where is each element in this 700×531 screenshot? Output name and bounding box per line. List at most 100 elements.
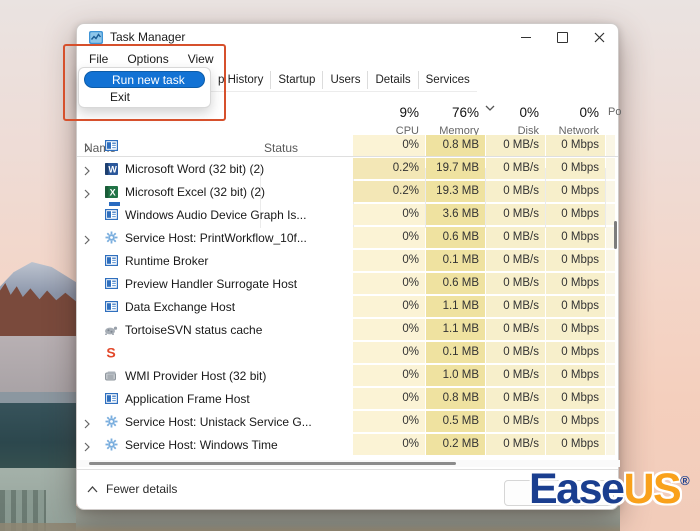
memory-cell: 0.6 MB bbox=[426, 227, 485, 248]
process-row[interactable]: WMicrosoft Word (32 bit) (2)0.2%19.7 MB0… bbox=[77, 157, 620, 180]
expand-chevron-icon bbox=[84, 419, 90, 429]
vertical-scrollbar-thumb[interactable] bbox=[614, 221, 617, 249]
service-gear-icon bbox=[105, 415, 118, 428]
fewer-details-label: Fewer details bbox=[106, 482, 177, 496]
tortoisesvn-icon bbox=[104, 325, 118, 335]
expand-toggle[interactable] bbox=[84, 439, 90, 449]
process-row[interactable]: Service Host: Windows Time0%0.2 MB0 MB/s… bbox=[77, 433, 620, 456]
process-row[interactable]: Runtime Broker0%0.1 MB0 MB/s0 Mbps bbox=[77, 249, 620, 272]
chevron-up-icon bbox=[87, 486, 98, 493]
red-s-icon: S bbox=[104, 345, 118, 360]
expand-toggle[interactable] bbox=[84, 140, 90, 150]
horizontal-scrollbar-thumb[interactable] bbox=[89, 462, 456, 465]
memory-cell: 0.8 MB bbox=[426, 388, 485, 409]
cpu-cell: 0% bbox=[353, 227, 425, 248]
usage-percent: 76% bbox=[426, 105, 479, 120]
tab-services[interactable]: Services bbox=[419, 71, 477, 89]
process-row[interactable]: TortoiseSVN status cache0%1.1 MB0 MB/s0 … bbox=[77, 318, 620, 341]
tab-users[interactable]: Users bbox=[323, 71, 368, 89]
expand-chevron-icon bbox=[84, 166, 90, 176]
process-name: TortoiseSVN status cache bbox=[125, 323, 262, 337]
minimize-button[interactable] bbox=[507, 24, 544, 50]
network-cell: 0 Mbps bbox=[546, 227, 605, 248]
easeus-watermark: EaseUS® bbox=[529, 466, 690, 513]
disk-cell: 0 MB/s bbox=[486, 273, 545, 294]
cpu-cell: 0% bbox=[353, 365, 425, 386]
default-app-icon bbox=[105, 393, 118, 404]
default-app-icon bbox=[105, 140, 118, 151]
process-name: Application Frame Host bbox=[125, 392, 250, 406]
close-icon bbox=[594, 32, 605, 43]
tab-strip: p HistoryStartupUsersDetailsServices bbox=[211, 69, 477, 92]
network-cell: 0 Mbps bbox=[546, 250, 605, 271]
wmi-icon bbox=[105, 371, 118, 381]
process-name: Preview Handler Surrogate Host bbox=[125, 277, 297, 291]
power-cell bbox=[606, 411, 615, 432]
network-cell: 0 Mbps bbox=[546, 135, 605, 156]
disk-cell: 0 MB/s bbox=[486, 227, 545, 248]
process-name: Runtime Broker bbox=[125, 254, 208, 268]
usage-percent: 0% bbox=[546, 105, 599, 120]
cpu-cell: 0.2% bbox=[353, 181, 425, 202]
window-controls bbox=[507, 24, 618, 50]
network-cell: 0 Mbps bbox=[546, 388, 605, 409]
annotation-rectangle bbox=[63, 44, 226, 121]
disk-cell: 0 MB/s bbox=[486, 250, 545, 271]
network-cell: 0 Mbps bbox=[546, 434, 605, 455]
process-row[interactable]: WMI Provider Host (32 bit)0%1.0 MB0 MB/s… bbox=[77, 364, 620, 387]
cpu-cell: 0.2% bbox=[353, 158, 425, 179]
usage-percent: 9% bbox=[353, 105, 419, 120]
memory-cell: 0.1 MB bbox=[426, 250, 485, 271]
expand-chevron-icon bbox=[84, 143, 90, 153]
power-cell bbox=[606, 158, 615, 179]
memory-cell: 1.1 MB bbox=[426, 296, 485, 317]
watermark-ease: Ease bbox=[529, 465, 623, 513]
disk-cell: 0 MB/s bbox=[486, 319, 545, 340]
maximize-icon bbox=[557, 32, 568, 43]
power-cell bbox=[606, 273, 615, 294]
process-name: Windows Audio Device Graph Is... bbox=[125, 208, 306, 222]
process-row[interactable]: Application Frame Host0%0.8 MB0 MB/s0 Mb… bbox=[77, 387, 620, 410]
process-row[interactable]: 0%0.8 MB0 MB/s0 Mbps bbox=[77, 134, 620, 157]
minimize-icon bbox=[521, 37, 531, 38]
power-cell bbox=[606, 250, 615, 271]
network-cell: 0 Mbps bbox=[546, 273, 605, 294]
close-button[interactable] bbox=[581, 24, 618, 50]
process-row[interactable]: Preview Handler Surrogate Host0%0.6 MB0 … bbox=[77, 272, 620, 295]
expand-toggle[interactable] bbox=[84, 163, 90, 173]
shore-band bbox=[0, 523, 76, 531]
watermark-us: US bbox=[623, 465, 680, 513]
network-cell: 0 Mbps bbox=[546, 411, 605, 432]
process-name: Service Host: PrintWorkflow_10f... bbox=[125, 231, 307, 245]
disk-cell: 0 MB/s bbox=[486, 181, 545, 202]
power-cell bbox=[606, 319, 615, 340]
disk-cell: 0 MB/s bbox=[486, 388, 545, 409]
maximize-button[interactable] bbox=[544, 24, 581, 50]
svg-text:W: W bbox=[108, 164, 117, 174]
memory-cell: 1.0 MB bbox=[426, 365, 485, 386]
power-cell bbox=[606, 342, 615, 363]
expand-toggle[interactable] bbox=[84, 416, 90, 426]
process-row[interactable]: Data Exchange Host0%1.1 MB0 MB/s0 Mbps bbox=[77, 295, 620, 318]
tab-details[interactable]: Details bbox=[368, 71, 418, 89]
memory-cell: 3.6 MB bbox=[426, 204, 485, 225]
process-row[interactable]: Windows Audio Device Graph Is...0%3.6 MB… bbox=[77, 203, 620, 226]
service-gear-icon bbox=[105, 438, 118, 451]
expand-toggle[interactable] bbox=[84, 186, 90, 196]
expand-toggle[interactable] bbox=[84, 232, 90, 242]
word-icon: W bbox=[105, 163, 118, 175]
network-cell: 0 Mbps bbox=[546, 319, 605, 340]
process-list: 0%0.8 MB0 MB/s0 MbpsWMicrosoft Word (32 … bbox=[77, 134, 620, 456]
tab-startup[interactable]: Startup bbox=[271, 71, 323, 89]
process-row[interactable]: Service Host: PrintWorkflow_10f... 0%0.6 … bbox=[77, 226, 620, 249]
network-cell: 0 Mbps bbox=[546, 365, 605, 386]
process-row[interactable]: Service Host: Unistack Service G...0%0.5… bbox=[77, 410, 620, 433]
default-app-icon bbox=[105, 255, 118, 266]
power-cell bbox=[606, 434, 615, 455]
fewer-details-toggle[interactable]: Fewer details bbox=[87, 482, 177, 496]
disk-cell: 0 MB/s bbox=[486, 204, 545, 225]
process-row[interactable]: XMicrosoft Excel (32 bit) (2)0.2%19.3 MB… bbox=[77, 180, 620, 203]
power-cell bbox=[606, 296, 615, 317]
process-row[interactable]: S0%0.1 MB0 MB/s0 Mbps bbox=[77, 341, 620, 364]
cpu-cell: 0% bbox=[353, 434, 425, 455]
